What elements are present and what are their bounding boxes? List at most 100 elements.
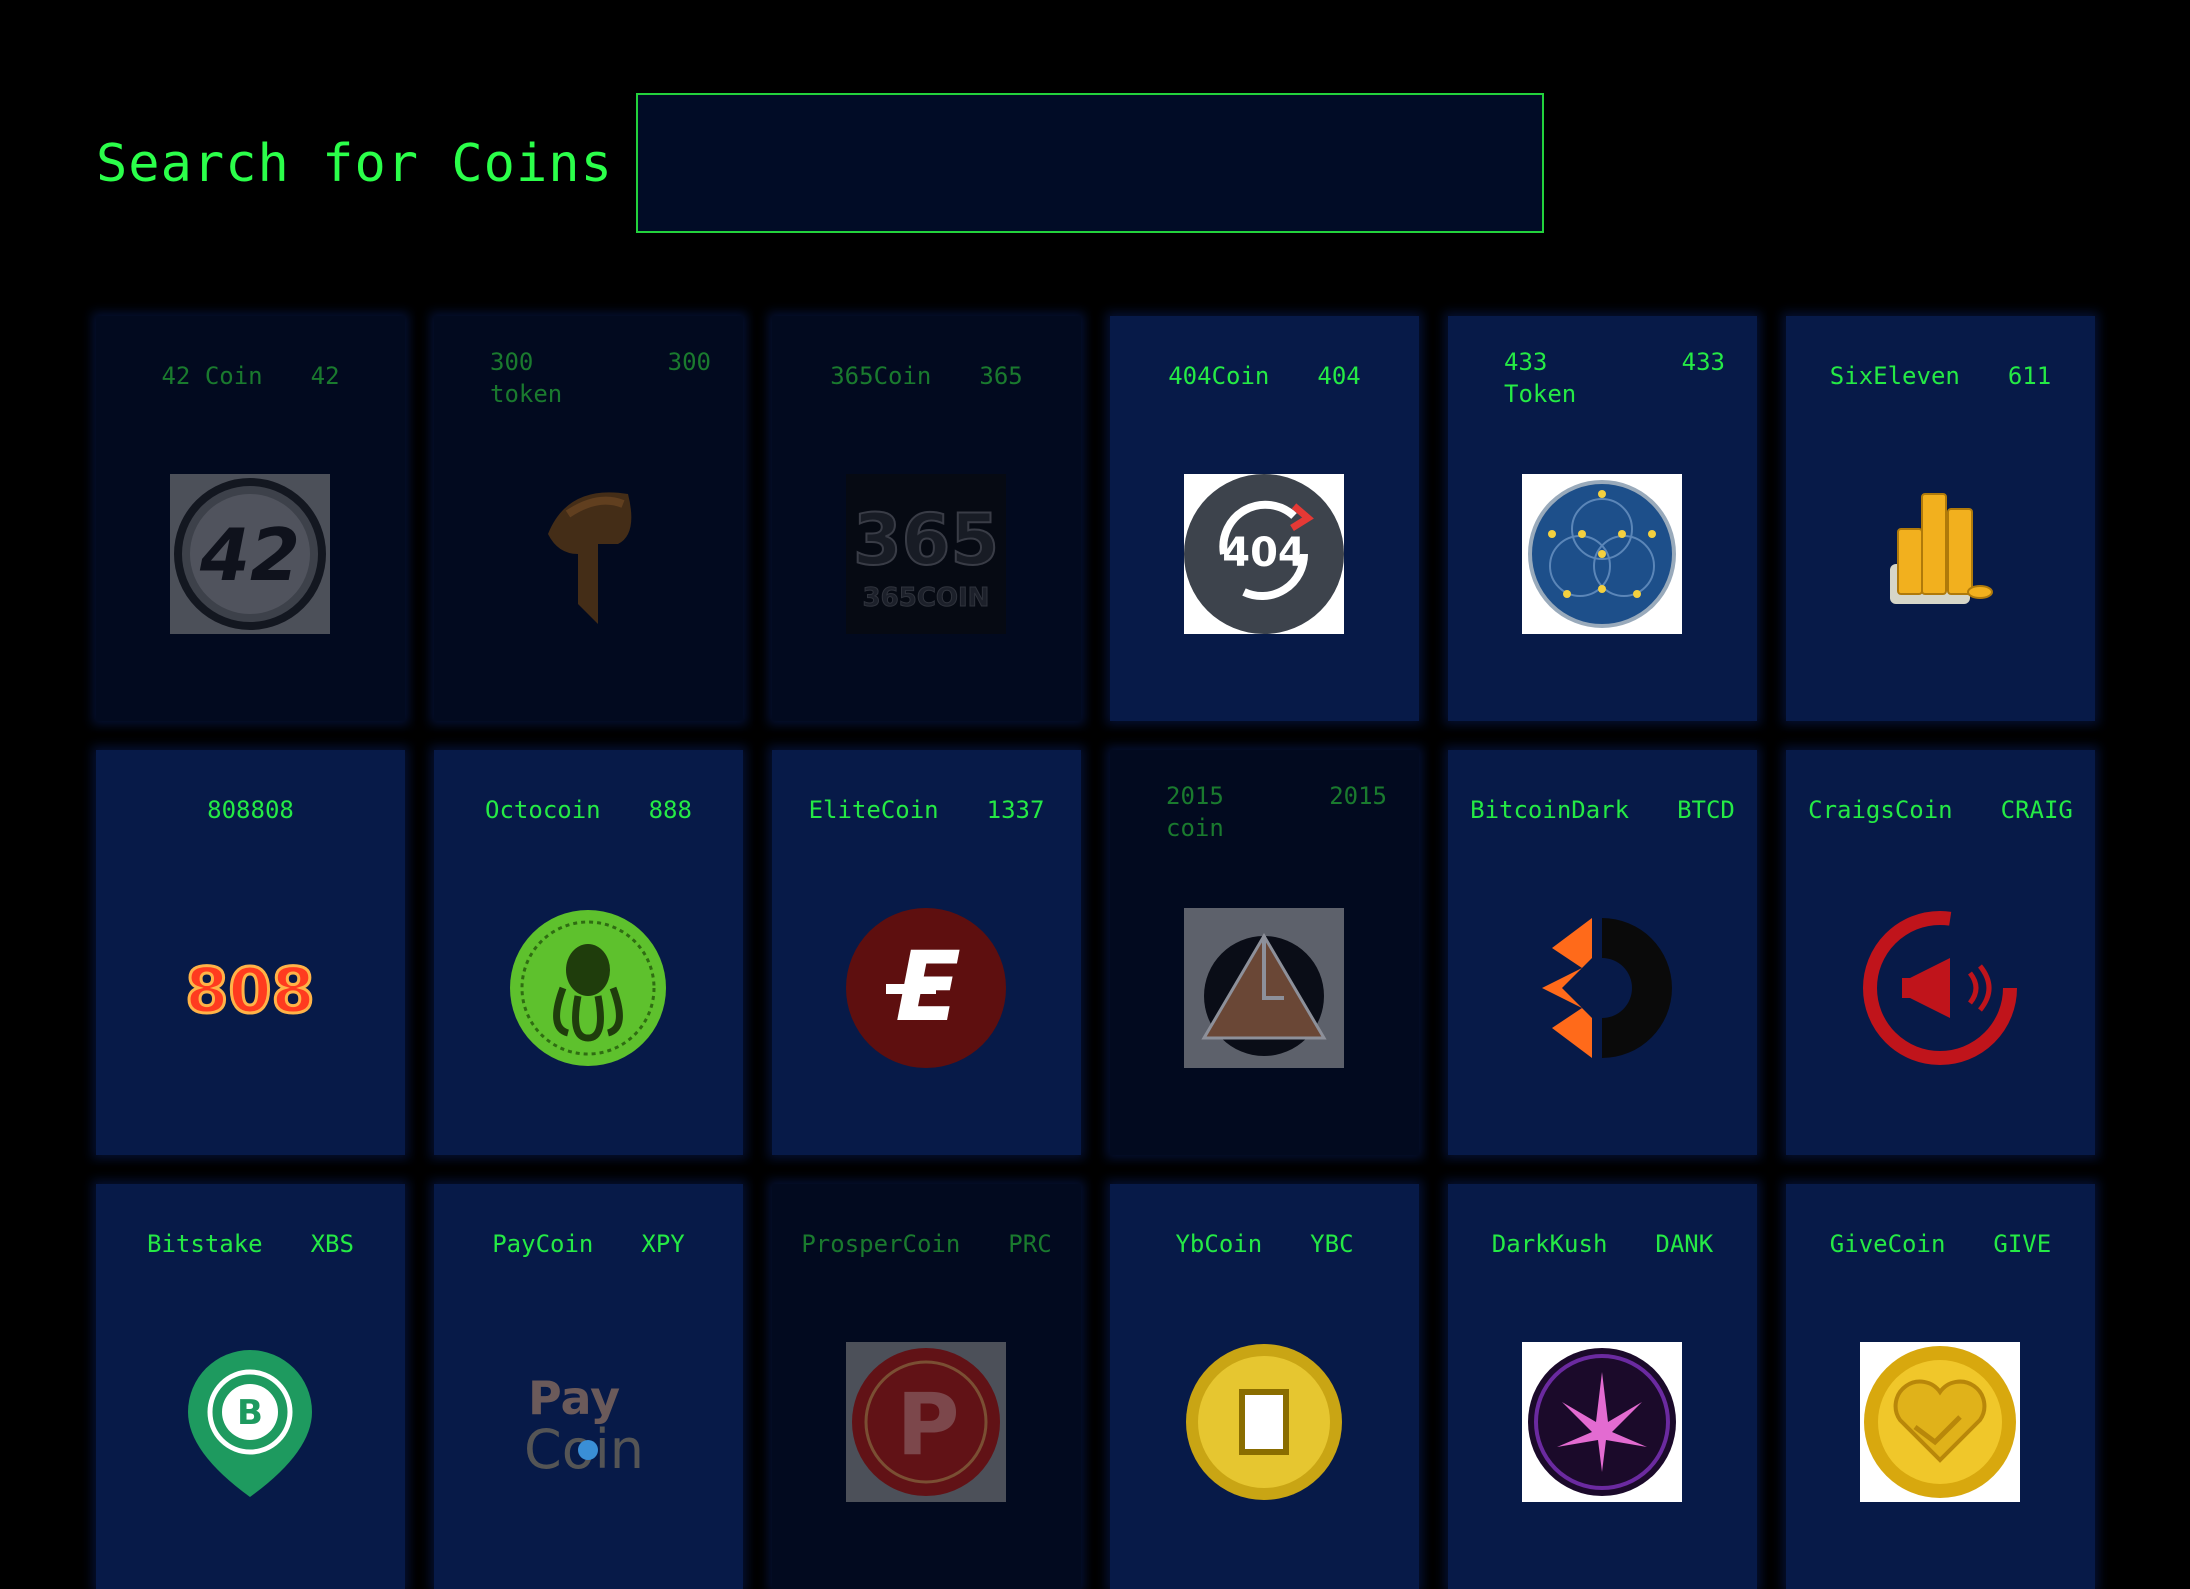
coin-name: 42 Coin xyxy=(161,362,263,390)
coin-symbol: 888 xyxy=(648,796,692,824)
coin-card[interactable]: 2015 coin 2015 xyxy=(1110,750,1419,1155)
coin-card[interactable]: SixEleven 611 xyxy=(1786,316,2095,721)
coin-card-header: DarkKush DANK xyxy=(1448,1184,1757,1304)
coin-card[interactable]: DarkKush DANK xyxy=(1448,1184,1757,1589)
coin-card-header: CraigsCoin CRAIG xyxy=(1786,750,2095,870)
coin-card-header: 300 token 300 xyxy=(434,316,743,436)
coin-365-icon: 365 365COIN xyxy=(846,474,1006,634)
svg-text:365: 365 xyxy=(853,499,999,581)
coin-symbol: 1337 xyxy=(986,796,1045,824)
coin-symbol: 2015 xyxy=(1329,782,1387,810)
text-808-icon: 808 xyxy=(170,908,330,1068)
coin-card-header: SixEleven 611 xyxy=(1786,316,2095,436)
bitcoindark-icon xyxy=(1522,908,1682,1068)
svg-text:42: 42 xyxy=(199,513,300,597)
coin-card[interactable]: 404Coin 404 404 xyxy=(1110,316,1419,721)
coin-symbol: 365 xyxy=(979,362,1023,390)
leaf-orb-icon xyxy=(1522,1342,1682,1502)
coin-card[interactable]: 808 808 808 xyxy=(96,750,405,1155)
coin-card-header: 365Coin 365 xyxy=(772,316,1081,436)
elite-e-icon: E xyxy=(846,908,1006,1068)
coin-symbol: DANK xyxy=(1655,1230,1714,1258)
svg-text:Pay: Pay xyxy=(528,1371,620,1425)
coin-card-header: 42 Coin 42 xyxy=(96,316,405,436)
coin-name: 808 xyxy=(207,796,251,824)
coin-symbol: 404 xyxy=(1317,362,1361,390)
coin-symbol: 433 xyxy=(1681,348,1725,376)
coin-42-icon: 42 xyxy=(170,474,330,634)
coin-card-header: ProsperCoin PRC xyxy=(772,1184,1081,1304)
coin-name: PayCoin xyxy=(492,1230,594,1258)
star-circle-icon xyxy=(1522,474,1682,634)
coin-symbol: 42 xyxy=(310,362,340,390)
coin-name: ProsperCoin xyxy=(801,1230,961,1258)
coin-card[interactable]: EliteCoin 1337 E xyxy=(772,750,1081,1155)
prosper-p-icon: P xyxy=(846,1342,1006,1502)
coin-card[interactable]: 300 token 300 xyxy=(434,316,743,721)
pyramid-icon xyxy=(1184,908,1344,1068)
coin-name: EliteCoin xyxy=(808,796,939,824)
svg-text:B: B xyxy=(237,1393,263,1433)
coin-card[interactable]: ProsperCoin PRC P xyxy=(772,1184,1081,1589)
paycoin-logo-icon: PayCoin xyxy=(508,1342,668,1502)
coin-symbol: XPY xyxy=(641,1230,685,1258)
gold-square-hole-coin-icon xyxy=(1184,1342,1344,1502)
coin-symbol: GIVE xyxy=(1993,1230,2052,1258)
svg-text:808: 808 xyxy=(185,954,314,1027)
svg-text:P: P xyxy=(896,1375,959,1475)
megaphone-icon xyxy=(1860,908,2020,1068)
coin-symbol: XBS xyxy=(310,1230,354,1258)
coin-card-header: YbCoin YBC xyxy=(1110,1184,1419,1304)
coin-symbol: BTCD xyxy=(1677,796,1735,824)
svg-text:365COIN: 365COIN xyxy=(863,583,990,613)
coin-name: 2015 coin xyxy=(1166,782,1224,842)
coin-card-header: 2015 coin 2015 xyxy=(1110,750,1419,870)
coin-card[interactable]: Octocoin 888 xyxy=(434,750,743,1155)
coin-name: GiveCoin xyxy=(1829,1230,1946,1258)
coin-card-header: Octocoin 888 xyxy=(434,750,743,870)
coin-card[interactable]: BitcoinDark BTCD xyxy=(1448,750,1757,1155)
octopus-coin-icon xyxy=(508,908,668,1068)
coin-card[interactable]: GiveCoin GIVE xyxy=(1786,1184,2095,1589)
coin-name: YbCoin xyxy=(1175,1230,1263,1258)
coin-card-header: GiveCoin GIVE xyxy=(1786,1184,2095,1304)
handshake-heart-coin-icon xyxy=(1860,1342,2020,1502)
coin-name: Bitstake xyxy=(147,1230,263,1258)
coin-card[interactable]: 42 Coin 42 42 xyxy=(96,316,405,721)
coin-card[interactable]: 365Coin 365 365 365COIN xyxy=(772,316,1081,721)
page-header: Search for Coins xyxy=(0,0,2190,300)
coin-name: DarkKush xyxy=(1491,1230,1608,1258)
coin-name: SixEleven xyxy=(1829,362,1960,390)
coin-symbol: 300 xyxy=(667,348,711,376)
coin-404-icon: 404 xyxy=(1184,474,1344,634)
search-input[interactable] xyxy=(636,93,1544,233)
coin-card-header: Bitstake XBS xyxy=(96,1184,405,1304)
coin-symbol: PRC xyxy=(1008,1230,1052,1258)
coin-card-header: PayCoin XPY xyxy=(434,1184,743,1304)
coin-symbol: YBC xyxy=(1310,1230,1354,1258)
coin-card[interactable]: 433 Token 433 xyxy=(1448,316,1757,721)
coin-name: 433 Token xyxy=(1504,348,1577,408)
coin-card[interactable]: Bitstake XBS B xyxy=(96,1184,405,1589)
coin-name: BitcoinDark xyxy=(1470,796,1630,824)
coin-card-header: 404Coin 404 xyxy=(1110,316,1419,436)
coin-card-header: EliteCoin 1337 xyxy=(772,750,1081,870)
svg-text:404: 404 xyxy=(1222,530,1306,576)
coin-card-header: BitcoinDark BTCD xyxy=(1448,750,1757,870)
coin-stacks-icon xyxy=(1860,474,2020,634)
bitstake-pin-icon: B xyxy=(170,1342,330,1502)
spartan-helmet-icon xyxy=(508,474,668,634)
coin-card-header: 433 Token 433 xyxy=(1448,316,1757,436)
coin-name: 300 token xyxy=(490,348,563,408)
coin-name: Octocoin xyxy=(485,796,601,824)
coin-symbol: CRAIG xyxy=(2000,796,2073,824)
coin-card[interactable]: CraigsCoin CRAIG xyxy=(1786,750,2095,1155)
coin-name: 365Coin xyxy=(830,362,932,390)
coin-name: CraigsCoin xyxy=(1808,796,1953,824)
coin-card[interactable]: YbCoin YBC xyxy=(1110,1184,1419,1589)
search-label: Search for Coins xyxy=(96,134,613,194)
coin-grid: 42 Coin 42 42 300 token 300 365Coin 365 365 365C… xyxy=(96,316,2096,1589)
coin-symbol: 808 xyxy=(250,796,294,824)
coin-card[interactable]: PayCoin XPY PayCoin xyxy=(434,1184,743,1589)
coin-name: 404Coin xyxy=(1168,362,1270,390)
